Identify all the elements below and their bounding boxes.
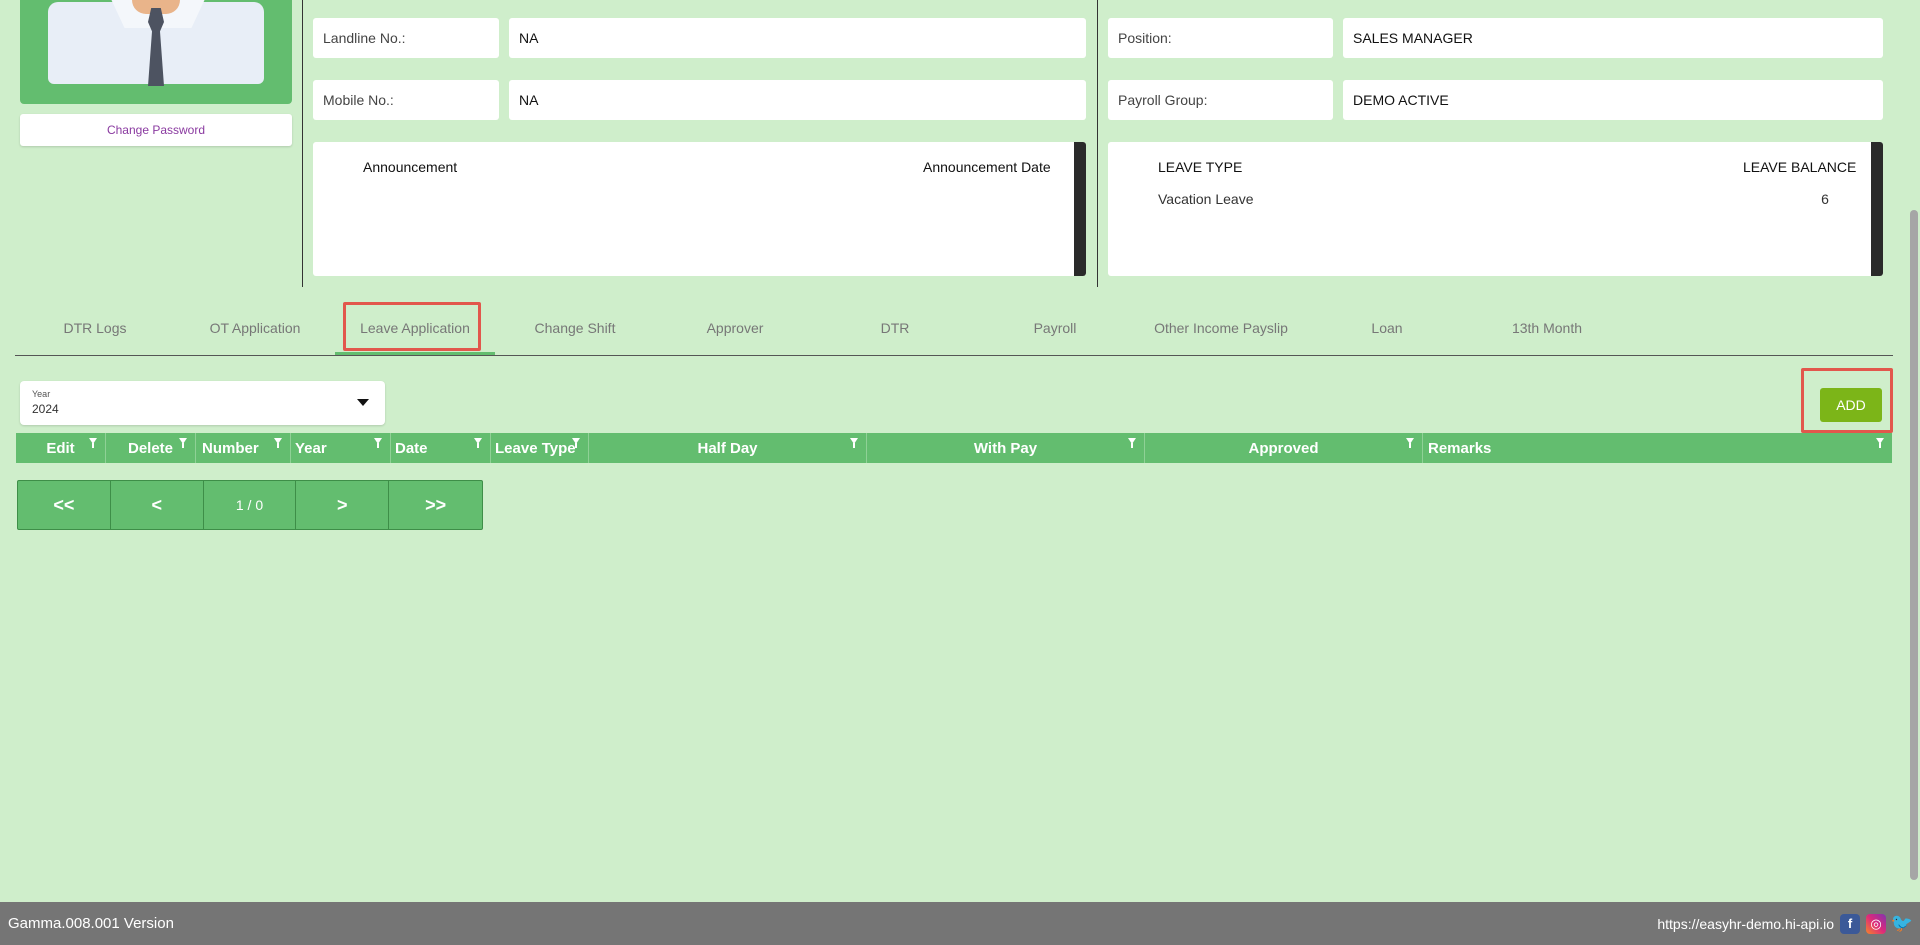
year-select-label: Year <box>32 389 51 399</box>
column-header-year[interactable]: Year <box>291 433 391 463</box>
page-scrollbar-thumb[interactable] <box>1910 210 1918 880</box>
tab-ot-application[interactable]: OT Application <box>190 320 320 344</box>
mobile-field: NA <box>509 80 1086 120</box>
landline-label: Landline No.: <box>313 18 499 58</box>
landline-field: NA <box>509 18 1086 58</box>
leave-type-cell: Vacation Leave <box>1158 191 1254 207</box>
leave-grid-header: Edit Delete Number Year Date Leave Type … <box>16 433 1892 463</box>
column-header-label: Approved <box>1248 439 1319 457</box>
first-page-button[interactable]: << <box>18 481 111 529</box>
change-password-button[interactable]: Change Password <box>20 114 292 146</box>
footer-links: https://easyhr-demo.hi-api.io f ◎ 🐦 <box>1657 913 1913 934</box>
leave-balance-panel: LEAVE TYPE LEAVE BALANCE Vacation Leave … <box>1108 142 1883 276</box>
leave-application-tab-highlight <box>343 302 481 351</box>
column-header-edit[interactable]: Edit <box>16 433 106 463</box>
column-header-approved[interactable]: Approved <box>1145 433 1423 463</box>
announcement-date-column-header: Announcement Date <box>923 159 1051 175</box>
grid-pager: << < 1 / 0 > >> <box>17 480 483 530</box>
column-header-leave-type[interactable]: Leave Type <box>491 433 589 463</box>
caret-down-icon <box>357 399 369 406</box>
app-version: Gamma.008.001 Version <box>8 915 174 932</box>
position-label: Position: <box>1108 18 1333 58</box>
column-header-delete[interactable]: Delete <box>106 433 196 463</box>
year-select[interactable]: Year 2024 <box>20 381 385 425</box>
column-header-with-pay[interactable]: With Pay <box>867 433 1145 463</box>
filter-icon[interactable] <box>1128 438 1136 448</box>
filter-icon[interactable] <box>89 438 97 448</box>
tab-approver[interactable]: Approver <box>670 320 800 344</box>
column-header-label: Half Day <box>697 439 758 457</box>
column-header-remarks[interactable]: Remarks <box>1423 433 1892 463</box>
next-page-button[interactable]: > <box>296 481 390 529</box>
site-url-link[interactable]: https://easyhr-demo.hi-api.io <box>1657 916 1834 932</box>
employee-avatar <box>20 0 292 104</box>
column-header-number[interactable]: Number <box>196 433 291 463</box>
tab-13th-month[interactable]: 13th Month <box>1482 320 1612 344</box>
active-tab-indicator <box>335 352 495 355</box>
leave-balance-scrollbar[interactable] <box>1871 142 1883 276</box>
instagram-icon[interactable]: ◎ <box>1866 913 1886 934</box>
filter-icon[interactable] <box>572 438 580 448</box>
filter-icon[interactable] <box>374 438 382 448</box>
filter-icon[interactable] <box>179 438 187 448</box>
left-column-divider <box>302 0 303 287</box>
tab-other-income-payslip[interactable]: Other Income Payslip <box>1150 320 1292 344</box>
previous-page-button[interactable]: < <box>111 481 204 529</box>
facebook-icon[interactable]: f <box>1840 913 1860 934</box>
footer: Gamma.008.001 Version https://easyhr-dem… <box>0 902 1920 945</box>
leave-balance-cell: 6 <box>1821 191 1829 207</box>
announcement-panel: Announcement Announcement Date <box>313 142 1086 276</box>
column-header-half-day[interactable]: Half Day <box>589 433 867 463</box>
column-header-label: With Pay <box>973 439 1038 457</box>
filter-icon[interactable] <box>274 438 282 448</box>
announcement-scrollbar[interactable] <box>1074 142 1086 276</box>
tabs-divider <box>15 355 1893 356</box>
leave-balance-column-header: LEAVE BALANCE <box>1743 159 1857 175</box>
page-info: 1 / 0 <box>204 481 297 529</box>
payroll-group-field: DEMO ACTIVE <box>1343 80 1883 120</box>
filter-icon[interactable] <box>1406 438 1414 448</box>
add-leave-button[interactable]: ADD <box>1820 388 1882 422</box>
filter-icon[interactable] <box>474 438 482 448</box>
leave-type-column-header: LEAVE TYPE <box>1158 159 1243 175</box>
twitter-icon[interactable]: 🐦 <box>1891 913 1913 934</box>
column-header-date[interactable]: Date <box>391 433 491 463</box>
year-select-value: 2024 <box>32 402 59 416</box>
middle-column-divider <box>1097 0 1098 287</box>
position-field: SALES MANAGER <box>1343 18 1883 58</box>
filter-icon[interactable] <box>850 438 858 448</box>
last-page-button[interactable]: >> <box>389 481 482 529</box>
column-header-label: Remarks <box>1428 439 1492 457</box>
filter-icon[interactable] <box>1876 438 1884 448</box>
tab-dtr-logs[interactable]: DTR Logs <box>30 320 160 344</box>
tab-dtr[interactable]: DTR <box>830 320 960 344</box>
announcement-column-header: Announcement <box>363 159 458 175</box>
tab-loan[interactable]: Loan <box>1322 320 1452 344</box>
payroll-group-label: Payroll Group: <box>1108 80 1333 120</box>
tab-payroll[interactable]: Payroll <box>990 320 1120 344</box>
mobile-label: Mobile No.: <box>313 80 499 120</box>
tab-change-shift[interactable]: Change Shift <box>510 320 640 344</box>
